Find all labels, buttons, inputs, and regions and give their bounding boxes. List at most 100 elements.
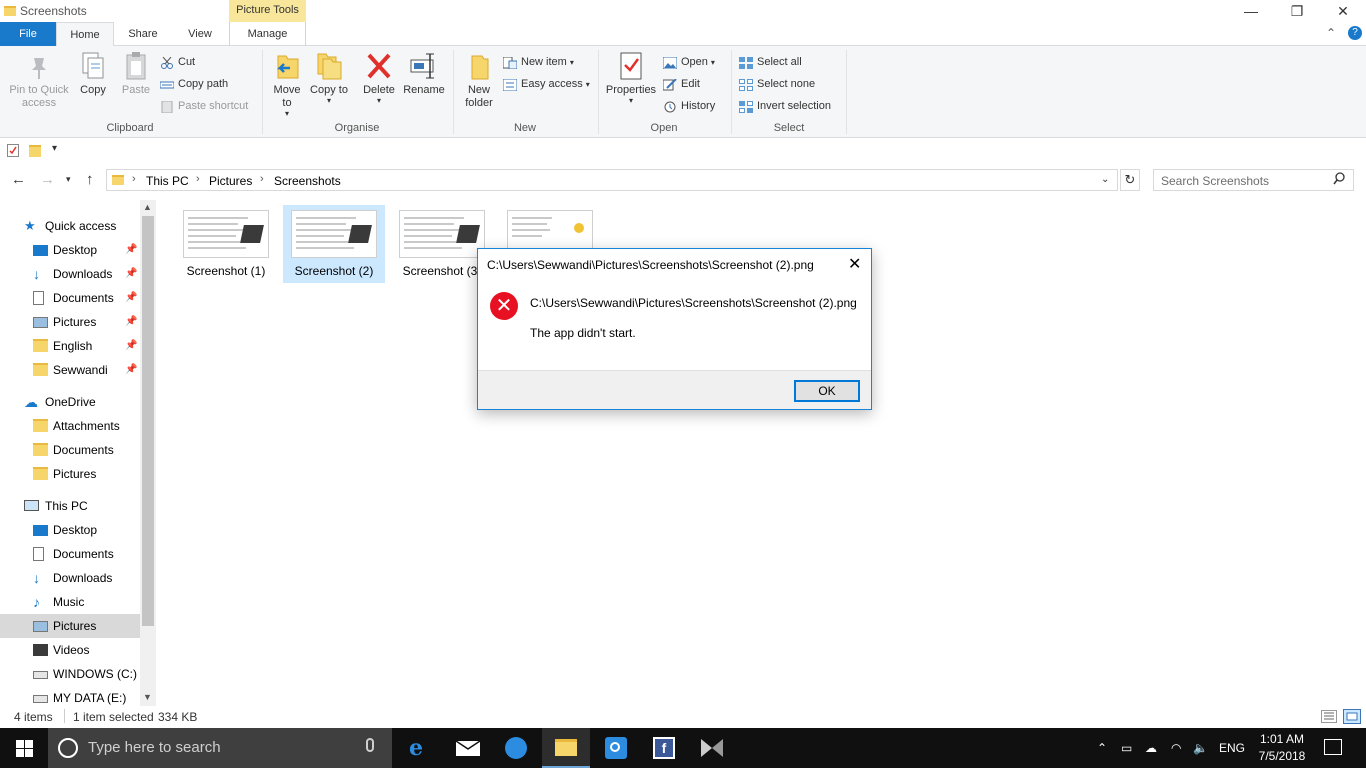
breadcrumb-screenshots[interactable]: Screenshots [274,174,341,188]
select-none-button[interactable]: Select none [739,74,815,94]
ribbon-tabs: File Home Share View Manage ⌃ ? [0,22,1366,47]
tab-home[interactable]: Home [56,22,114,47]
select-all-button[interactable]: Select all [739,52,802,72]
breadcrumb-pictures[interactable]: Pictures [209,174,252,188]
facebook-app-icon[interactable]: f [640,728,688,768]
file-item[interactable]: Screenshot (1) [175,205,277,283]
battery-icon[interactable]: ▭ [1121,728,1132,768]
wifi-icon[interactable]: ◠ [1171,728,1181,768]
dialog-close-icon[interactable]: ✕ [848,254,861,274]
help-icon[interactable]: ? [1348,26,1362,40]
nav-qa-sewwandi[interactable]: Sewwandi 📌 [0,358,140,382]
clock-date[interactable]: 7/5/2018 [1257,749,1307,763]
cut-button[interactable]: Cut [160,52,195,72]
nav-od-documents[interactable]: Documents [0,438,140,462]
move-to-button[interactable]: Move to ▾ [268,50,306,118]
tab-view[interactable]: View [172,22,228,46]
back-arrow-icon[interactable]: ← [11,171,26,188]
delete-button[interactable]: Delete ▾ [360,50,398,105]
nav-pc-downloads[interactable]: ↓ Downloads [0,566,140,590]
nav-pc-pictures[interactable]: Pictures [0,614,140,638]
file-explorer-app-icon[interactable] [542,728,590,768]
copy-path-label: Copy path [178,78,229,90]
nav-od-pictures[interactable]: Pictures [0,462,140,486]
nav-quick-access[interactable]: ★ Quick access [0,214,140,238]
nav-pc-videos[interactable]: Videos [0,638,140,662]
invert-selection-button[interactable]: Invert selection [739,96,831,116]
clock-time[interactable]: 1:01 AM [1259,732,1305,746]
maximize-button[interactable]: ❐ [1274,0,1320,22]
pin-quick-access-button[interactable]: Pin to Quick access [4,50,74,110]
easy-access-button[interactable]: Easy access ▾ [502,74,590,94]
nav-qa-english[interactable]: English 📌 [0,334,140,358]
nav-qa-pictures[interactable]: Pictures 📌 [0,310,140,334]
nav-onedrive[interactable]: ☁ OneDrive [0,390,140,414]
microphone-icon[interactable] [366,738,374,752]
taskbar-search[interactable]: Type here to search [48,728,392,768]
file-item-selected[interactable]: Screenshot (2) [283,205,385,283]
edge-app-icon[interactable]: e [396,728,444,768]
address-dropdown-icon[interactable]: ⌄ [1101,174,1109,185]
edit-button[interactable]: Edit [662,74,700,94]
rename-button[interactable]: Rename [402,50,446,97]
tab-manage[interactable]: Manage [229,22,306,46]
history-button[interactable]: History [663,96,715,116]
customize-toolbar-icon[interactable]: ▾ [52,143,57,154]
action-center-icon[interactable] [1324,739,1342,755]
scroll-up-icon[interactable]: ▲ [143,202,152,212]
nav-pc-music[interactable]: ♪ Music [0,590,140,614]
nav-pc-documents[interactable]: Documents [0,542,140,566]
properties-button[interactable]: Properties ▾ [603,50,659,105]
nav-qa-documents[interactable]: Documents 📌 [0,286,140,310]
breadcrumb-this-pc[interactable]: This PC [146,174,189,188]
copy-path-button[interactable]: Copy path [159,74,229,94]
forward-arrow-icon[interactable]: → [40,171,55,188]
close-button[interactable]: ✕ [1320,0,1366,22]
nav-qa-downloads[interactable]: ↓ Downloads 📌 [0,262,140,286]
bowtie-app-icon[interactable] [688,728,736,768]
new-folder-button[interactable]: New folder [458,50,500,110]
language-indicator[interactable]: ENG [1219,728,1245,768]
paste-shortcut-button[interactable]: Paste shortcut [160,96,248,116]
large-icons-view-icon[interactable] [1343,709,1361,724]
quick-access-toolbar: ▾ [0,139,1366,164]
nav-label: Pictures [53,467,97,481]
tab-file[interactable]: File [0,22,56,46]
nav-this-pc[interactable]: This PC [0,494,140,518]
select-all-label: Select all [757,56,802,68]
nav-scrollbar-thumb[interactable] [142,216,154,626]
mail-app-icon[interactable] [444,728,492,768]
instagram-app-icon[interactable] [592,728,640,768]
address-bar[interactable]: › This PC › Pictures › Screenshots ⌄ [106,169,1118,191]
tray-overflow-icon[interactable]: ⌃ [1097,728,1107,768]
properties-small-icon[interactable] [7,144,19,157]
scroll-down-icon[interactable]: ▼ [143,692,152,702]
up-arrow-icon[interactable]: ↑ [86,171,94,188]
volume-icon[interactable]: 🔈 [1193,728,1208,768]
details-view-icon[interactable] [1321,710,1337,723]
tab-share[interactable]: Share [114,22,172,46]
onedrive-tray-icon[interactable]: ☁ [1145,728,1157,768]
copy-to-button[interactable]: Copy to ▾ [310,50,348,105]
navigation-pane: ★ Quick access Desktop 📌 ↓ Downloads 📌 D… [0,200,156,706]
minimize-button[interactable]: — [1228,0,1274,22]
search-input[interactable]: Search Screenshots [1153,169,1354,191]
messenger-app-icon[interactable] [492,728,540,768]
nav-pc-desktop[interactable]: Desktop [0,518,140,542]
new-item-button[interactable]: New item ▾ [502,52,574,72]
chevron-down-icon: ▾ [326,96,331,105]
copy-button[interactable]: Copy [76,50,110,97]
ok-button[interactable]: OK [794,380,860,402]
nav-label: Downloads [53,267,113,281]
breadcrumb-separator: › [260,173,264,185]
open-button[interactable]: Open ▾ [662,52,715,72]
nav-od-attachments[interactable]: Attachments [0,414,140,438]
paste-button[interactable]: Paste [118,50,154,97]
chevron-up-icon[interactable]: ⌃ [1326,26,1336,40]
new-folder-small-icon[interactable] [29,145,41,157]
refresh-icon[interactable]: ↻ [1120,169,1140,191]
recent-locations-icon[interactable]: ▾ [66,174,71,185]
nav-qa-desktop[interactable]: Desktop 📌 [0,238,140,262]
windows-start-icon[interactable] [16,740,34,760]
nav-pc-windows-c[interactable]: WINDOWS (C:) [0,662,140,686]
